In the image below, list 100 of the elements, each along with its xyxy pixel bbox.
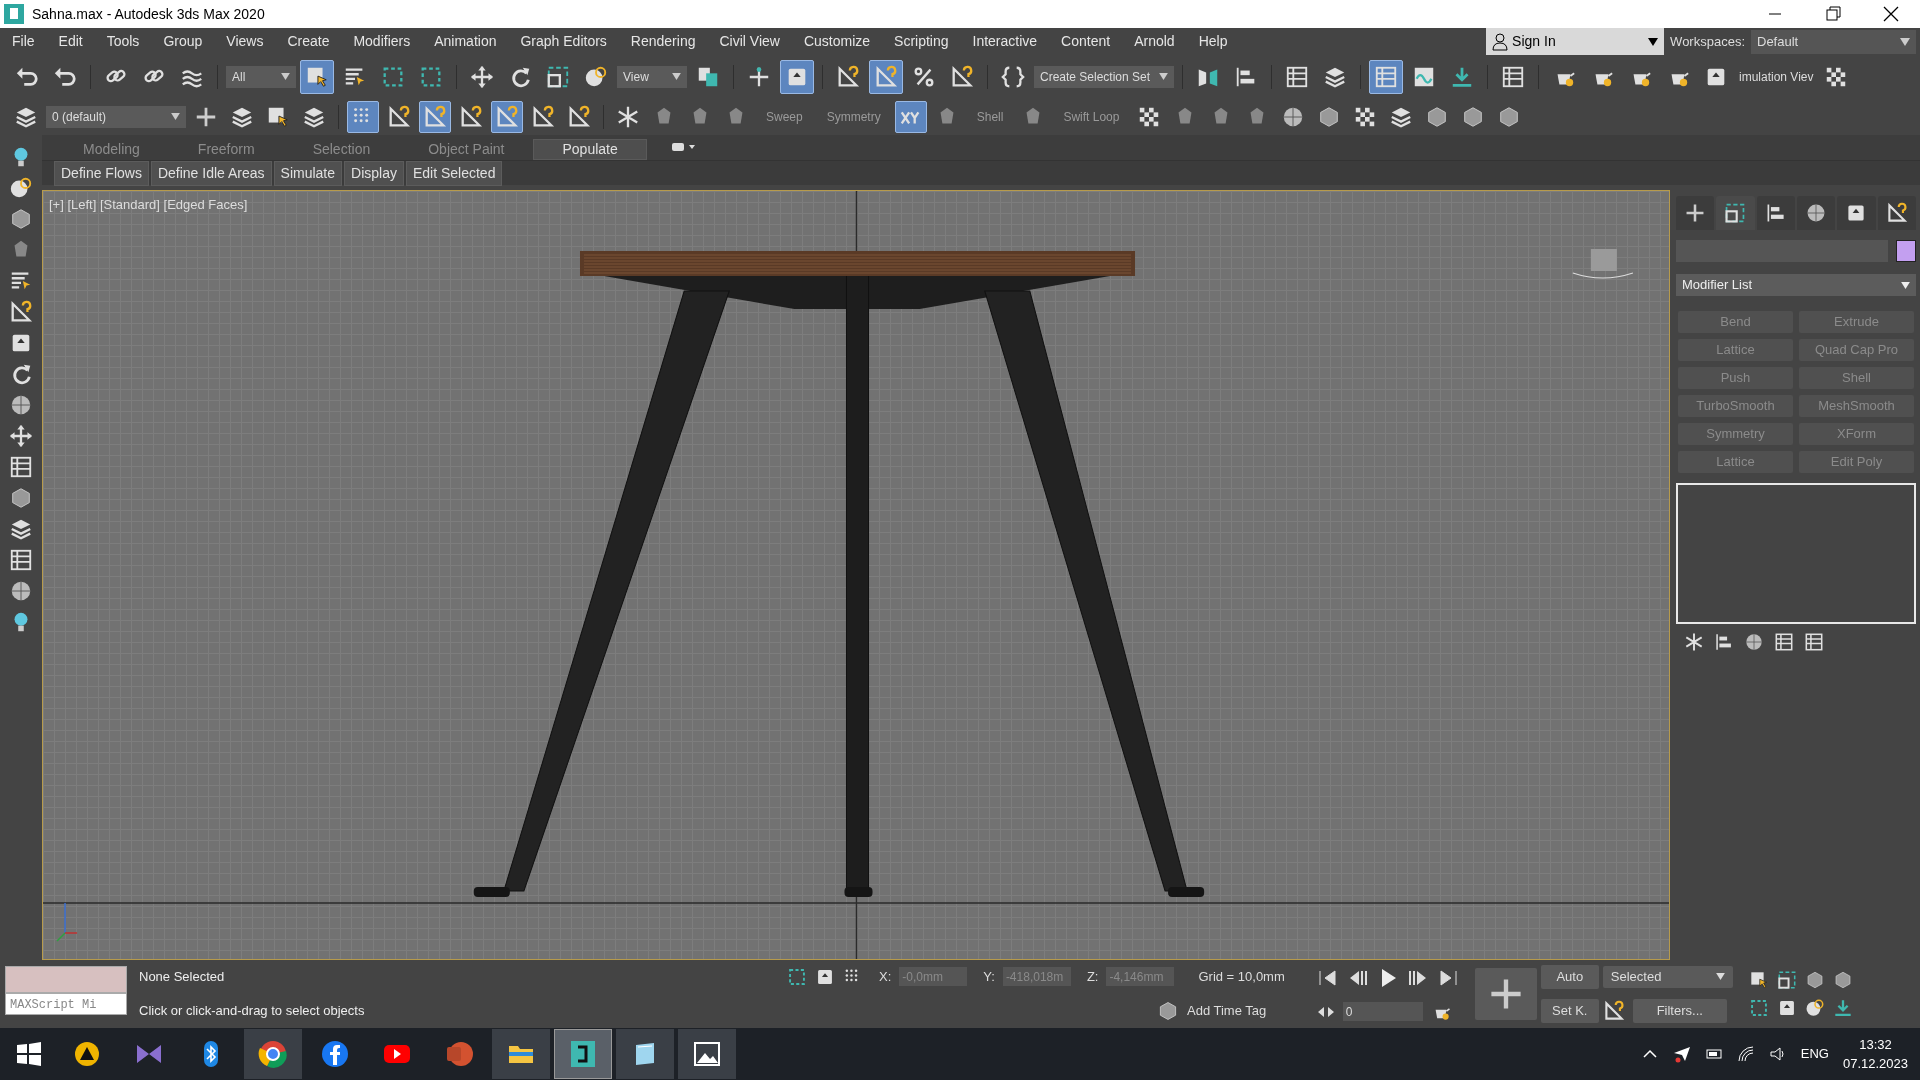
ball-icon bbox=[1744, 632, 1764, 652]
menu-item[interactable]: Interactive bbox=[960, 28, 1050, 55]
menu-item[interactable]: Arnold bbox=[1122, 28, 1187, 55]
toolbar-label[interactable]: Symmetry bbox=[816, 107, 891, 126]
clock-time[interactable]: 13:32 bbox=[1859, 1034, 1892, 1054]
snowflake-icon bbox=[616, 104, 640, 129]
menu-item[interactable]: File bbox=[0, 28, 47, 55]
taskbar-app[interactable] bbox=[492, 1029, 550, 1079]
snap-icon bbox=[459, 104, 483, 129]
menu-item[interactable]: Create bbox=[275, 28, 342, 55]
cube-icon bbox=[9, 207, 33, 231]
viewport[interactable]: [+] [Left] [Standard] [Edged Faces] bbox=[42, 190, 1670, 960]
set-key-mode-button[interactable]: Set K. bbox=[1540, 999, 1599, 1023]
panel-tab[interactable] bbox=[1877, 196, 1916, 230]
menu-item[interactable]: Edit bbox=[46, 28, 95, 55]
ribbon-tab[interactable]: Modeling bbox=[54, 139, 169, 160]
caret-icon bbox=[1715, 973, 1725, 980]
ribbon-button[interactable]: Edit Selected bbox=[405, 160, 503, 186]
script-input-field[interactable]: MAXScript Mi bbox=[5, 993, 127, 1015]
panel-tab[interactable] bbox=[1837, 196, 1876, 230]
taskbar-app[interactable] bbox=[244, 1029, 302, 1079]
clock-date[interactable]: 07.12.2023 bbox=[1842, 1054, 1908, 1074]
left-right-arrow-icon[interactable] bbox=[1316, 1004, 1335, 1019]
time-tag-text[interactable]: Add Time Tag bbox=[1187, 1000, 1267, 1021]
toolbar-button[interactable] bbox=[347, 100, 379, 133]
menu-item[interactable]: Scripting bbox=[882, 28, 961, 55]
toolbar-dropdown[interactable]: Create Selection Set bbox=[1034, 65, 1174, 88]
coordinate-label: Z: bbox=[1086, 967, 1099, 986]
ribbon-tab[interactable]: Populate bbox=[533, 139, 647, 160]
browser-icon bbox=[258, 1039, 288, 1069]
toolbar-button[interactable] bbox=[780, 59, 814, 94]
windows-start-icon[interactable] bbox=[16, 1041, 42, 1067]
window-title: Sahna.max - Autodesk 3ds Max 2020 bbox=[32, 4, 265, 24]
auto-key-button[interactable]: Auto bbox=[1540, 965, 1599, 989]
panel-tab[interactable] bbox=[1756, 196, 1795, 230]
restore-icon[interactable] bbox=[1823, 4, 1843, 24]
toolbar-dropdown[interactable]: 0 (default) bbox=[46, 105, 186, 128]
table-drawing[interactable] bbox=[473, 251, 1205, 897]
frame-spinner[interactable]: 0 bbox=[1342, 1002, 1423, 1021]
workspaces-dropdown[interactable]: Default bbox=[1751, 29, 1916, 54]
move-icon bbox=[9, 424, 33, 448]
set-key-button[interactable] bbox=[1474, 968, 1537, 1020]
menu-item[interactable]: Graph Editors bbox=[508, 28, 619, 55]
sign-in-dropdown[interactable]: Sign In bbox=[1486, 28, 1665, 55]
viewport-label[interactable]: [+] [Left] [Standard] [Edged Faces] bbox=[49, 195, 248, 215]
toolbar-button[interactable] bbox=[419, 100, 451, 133]
wifi-icon[interactable] bbox=[1736, 1045, 1755, 1063]
snap-icon bbox=[387, 104, 411, 129]
panel-tab[interactable] bbox=[1716, 196, 1755, 230]
close-icon[interactable] bbox=[1881, 4, 1901, 24]
toolbar-label[interactable]: imulation Viev bbox=[1737, 67, 1816, 86]
taskbar-app[interactable] bbox=[554, 1029, 612, 1079]
toolbar-button[interactable] bbox=[300, 59, 334, 94]
menu-item[interactable]: Views bbox=[214, 28, 276, 55]
move-icon bbox=[470, 64, 494, 89]
language-indicator[interactable]: ENG bbox=[1800, 1044, 1829, 1064]
paper-plane-icon[interactable] bbox=[1672, 1045, 1691, 1063]
ribbon-button[interactable]: Simulate bbox=[273, 160, 342, 186]
menu-item[interactable]: Content bbox=[1049, 28, 1123, 55]
snap-icon bbox=[531, 104, 555, 129]
key-filter-dropdown[interactable]: Selected bbox=[1602, 965, 1733, 988]
menu-item[interactable]: Customize bbox=[791, 28, 883, 55]
menu-item[interactable]: Animation bbox=[422, 28, 509, 55]
toolbar-label[interactable]: Swift Loop bbox=[1053, 107, 1130, 126]
ribbon-button[interactable]: Define Flows bbox=[54, 160, 149, 186]
menu-item[interactable]: Help bbox=[1186, 28, 1240, 55]
toolbar-button[interactable] bbox=[491, 100, 523, 133]
toolbar-label[interactable]: Shell bbox=[966, 107, 1014, 126]
menu-item[interactable]: Group bbox=[151, 28, 215, 55]
ribbon-button[interactable]: Define Idle Areas bbox=[150, 160, 272, 186]
filters-button[interactable]: Filters... bbox=[1632, 998, 1727, 1023]
toolbar-dropdown[interactable]: View bbox=[617, 65, 687, 88]
dashed-square-icon bbox=[787, 966, 807, 987]
modifier-list-dropdown[interactable]: Modifier List bbox=[1676, 274, 1916, 296]
menu-item[interactable]: Tools bbox=[94, 28, 152, 55]
toolbar-button[interactable] bbox=[1369, 59, 1403, 94]
user-icon bbox=[1492, 32, 1509, 51]
speaker-icon[interactable] bbox=[1768, 1045, 1787, 1063]
toolbar-button[interactable] bbox=[894, 100, 927, 133]
toolbar-label[interactable]: Sweep bbox=[756, 107, 813, 126]
menu-item[interactable]: Rendering bbox=[618, 28, 708, 55]
ribbon-tab[interactable]: Object Paint bbox=[399, 139, 534, 160]
modifier-stack[interactable] bbox=[1676, 483, 1916, 624]
toolbar-dropdown[interactable]: All bbox=[226, 65, 296, 88]
taskbar-app[interactable] bbox=[678, 1029, 736, 1079]
ribbon-tab[interactable]: Selection bbox=[283, 139, 400, 160]
menu-item[interactable]: Civil View bbox=[707, 28, 792, 55]
menu-item[interactable]: Modifiers bbox=[341, 28, 423, 55]
ribbon-button[interactable]: Display bbox=[344, 160, 404, 186]
taskbar-app[interactable] bbox=[616, 1029, 674, 1079]
caret-icon bbox=[1648, 37, 1659, 46]
panel-tab[interactable] bbox=[1797, 196, 1836, 230]
color-swatch[interactable] bbox=[1896, 240, 1916, 262]
coordinate-label: Y: bbox=[983, 967, 995, 986]
ribbon-tab[interactable]: Freeform bbox=[168, 139, 284, 160]
sphere-icon bbox=[9, 176, 33, 200]
panel-tab[interactable] bbox=[1676, 196, 1715, 230]
toolbar-button[interactable] bbox=[869, 59, 903, 94]
cursor-icon bbox=[1748, 970, 1769, 990]
crosshair-icon bbox=[747, 64, 771, 89]
